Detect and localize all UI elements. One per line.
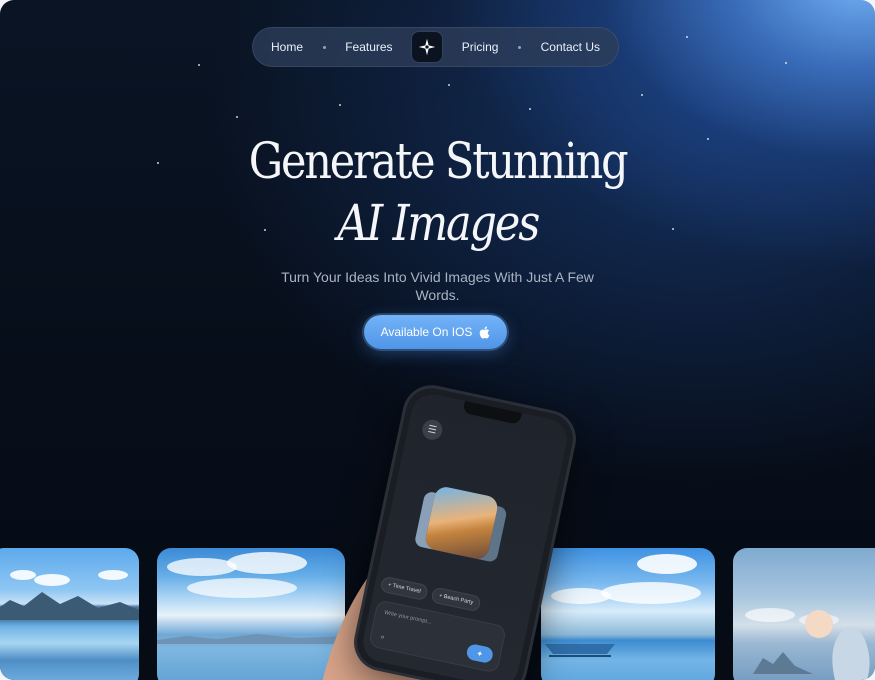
- star-decoration: [529, 108, 531, 110]
- hero-title-line2: AI Images: [337, 194, 540, 252]
- top-nav: Home Features Pricing Contact Us: [252, 27, 619, 67]
- star-decoration: [686, 36, 688, 38]
- cta-label: Available On IOS: [380, 325, 473, 339]
- hero-title: Generate Stunning AI Images: [0, 130, 875, 254]
- send-button[interactable]: ✦: [465, 643, 495, 665]
- gallery-image-moon-sculpture[interactable]: [733, 548, 875, 680]
- hero-subtitle: Turn Your Ideas Into Vivid Images With J…: [281, 269, 594, 303]
- menu-icon[interactable]: ☰: [420, 417, 445, 442]
- chip-time-travel[interactable]: + Time Travel: [379, 575, 430, 602]
- nav-separator: [322, 45, 326, 49]
- chip-label: Beach Party: [443, 593, 474, 606]
- nav-item-pricing[interactable]: Pricing: [462, 40, 499, 54]
- star-decoration: [641, 94, 643, 96]
- prompt-input[interactable]: Write your prompt... ⚬ ✦: [367, 599, 508, 674]
- apple-icon: [480, 326, 490, 339]
- gallery-image-mountain-lake[interactable]: [0, 548, 139, 680]
- hero-title-line1: Generate Stunning: [248, 132, 629, 190]
- chip-label: Time Travel: [391, 583, 422, 595]
- nav-item-home[interactable]: Home: [271, 40, 303, 54]
- star-decoration: [339, 104, 341, 106]
- chip-beach-party[interactable]: + Beach Party: [430, 586, 482, 613]
- phone-notch: [462, 400, 522, 425]
- star-decoration: [448, 84, 450, 86]
- sparkle-icon[interactable]: [412, 32, 443, 62]
- star-decoration: [785, 62, 787, 64]
- prompt-placeholder: Write your prompt...: [383, 609, 432, 626]
- star-decoration: [198, 64, 200, 66]
- attach-icon[interactable]: ⚬: [378, 632, 386, 642]
- nav-separator: [518, 45, 522, 49]
- gallery-image-boat[interactable]: [541, 548, 715, 680]
- hero-section: Home Features Pricing Contact Us Generat…: [0, 0, 875, 680]
- nav-item-features[interactable]: Features: [345, 40, 392, 54]
- available-on-ios-button[interactable]: Available On IOS: [364, 315, 507, 349]
- nav-item-contact-us[interactable]: Contact Us: [541, 40, 600, 54]
- generated-image-preview: [423, 484, 500, 561]
- star-decoration: [236, 116, 238, 118]
